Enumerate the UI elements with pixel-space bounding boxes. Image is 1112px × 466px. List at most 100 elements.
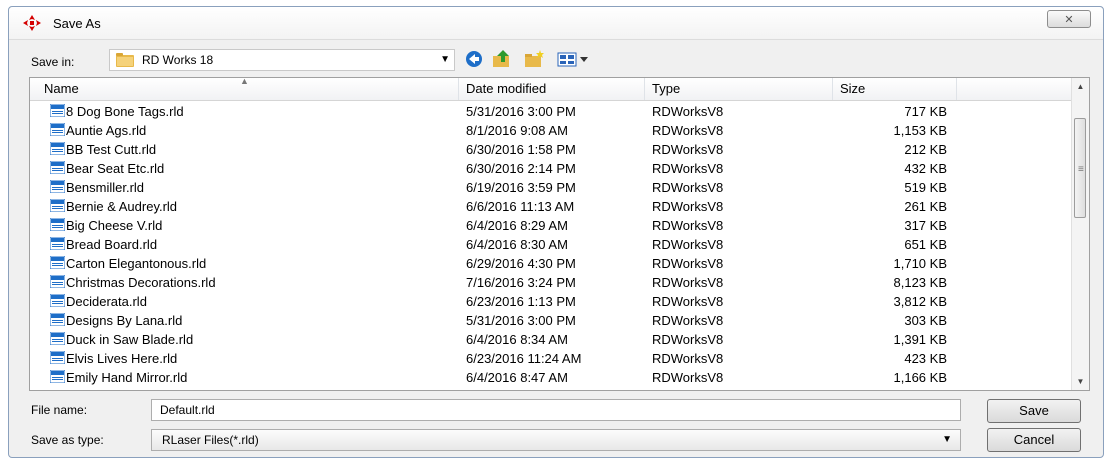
table-row[interactable]: Emily Hand Mirror.rld 6/4/2016 8:47 AM RDW… (30, 368, 1073, 386)
rld-file-icon (50, 218, 65, 231)
dialog-title: Save As (53, 16, 101, 31)
rld-file-icon (50, 294, 65, 307)
file-date: 8/1/2016 9:08 AM (466, 123, 568, 138)
file-date: 6/19/2016 3:59 PM (466, 180, 576, 195)
file-size: 651 KB (904, 237, 947, 252)
scroll-up-icon[interactable]: ▲ (1072, 78, 1089, 95)
file-size: 1,153 KB (893, 123, 948, 138)
file-type: RDWorksV8 (652, 123, 724, 138)
file-name-input[interactable] (151, 399, 961, 421)
rld-file-icon (50, 142, 65, 155)
table-row[interactable]: Designs By Lana.rld 5/31/2016 3:00 PM RDWo… (30, 311, 1073, 329)
file-date: 5/31/2016 3:00 PM (466, 104, 576, 119)
save-as-type-label: Save as type: (31, 433, 104, 447)
rld-file-icon (50, 199, 65, 212)
file-date: 7/16/2016 3:24 PM (466, 275, 576, 290)
file-size: 519 KB (904, 180, 947, 195)
table-row[interactable]: BB Test Cutt.rld 6/30/2016 1:58 PM RDWorks… (30, 140, 1073, 158)
table-row[interactable]: Duck in Saw Blade.rld 6/4/2016 8:34 AM RDW… (30, 330, 1073, 348)
file-name: Christmas Decorations.rld (66, 275, 216, 290)
rld-file-icon (50, 161, 65, 174)
rld-file-icon (50, 370, 65, 383)
scroll-down-icon[interactable]: ▼ (1072, 373, 1089, 390)
file-type: RDWorksV8 (652, 237, 724, 252)
file-size: 1,166 KB (893, 370, 948, 385)
rld-file-icon (50, 351, 65, 364)
table-row[interactable]: Bread Board.rld 6/4/2016 8:30 AM RDWorksV8… (30, 235, 1073, 253)
file-size: 303 KB (904, 313, 947, 328)
vertical-scrollbar[interactable]: ▲ ≡ ▼ (1071, 78, 1089, 390)
rld-file-icon (50, 256, 65, 269)
file-type: RDWorksV8 (652, 104, 724, 119)
table-row[interactable]: 8 Dog Bone Tags.rld 5/31/2016 3:00 PM RDWo… (30, 102, 1073, 120)
save-as-type-dropdown[interactable]: RLaser Files(*.rld) ▼ (151, 429, 961, 451)
file-type: RDWorksV8 (652, 218, 724, 233)
file-size: 717 KB (904, 104, 947, 119)
save-as-dialog: Save As ✕ Save in: RD Works 18 ▼ Name ▲ … (8, 6, 1104, 458)
rld-file-icon (50, 123, 65, 136)
table-row[interactable]: Christmas Decorations.rld 7/16/2016 3:24 … (30, 273, 1073, 291)
table-row[interactable]: Carton Elegantonous.rld 6/29/2016 4:30 PM… (30, 254, 1073, 272)
chevron-down-icon: ▼ (942, 434, 952, 445)
back-icon[interactable] (465, 50, 483, 68)
table-row[interactable]: Deciderata.rld 6/23/2016 1:13 PM RDWorksV8… (30, 292, 1073, 310)
file-type: RDWorksV8 (652, 180, 724, 195)
views-menu-icon[interactable] (557, 50, 589, 68)
column-header-date[interactable]: Date modified (466, 81, 546, 96)
table-row[interactable]: Bernie & Audrey.rld 6/6/2016 11:13 AM RDWo… (30, 197, 1073, 215)
file-size: 1,391 KB (893, 332, 948, 347)
file-date: 6/23/2016 1:13 PM (466, 294, 576, 309)
file-type: RDWorksV8 (652, 256, 724, 271)
file-name: Bensmiller.rld (66, 180, 145, 195)
up-folder-icon[interactable] (491, 50, 513, 68)
save-button[interactable]: Save (987, 399, 1081, 423)
file-list[interactable]: Name ▲ Date modified Type Size 8 Dog Bon… (29, 77, 1090, 391)
sort-ascending-icon: ▲ (240, 77, 249, 86)
rld-file-icon (50, 180, 65, 193)
table-row[interactable]: Bensmiller.rld 6/19/2016 3:59 PM RDWorksV8… (30, 178, 1073, 196)
file-name: Auntie Ags.rld (66, 123, 147, 138)
close-icon: ✕ (1064, 14, 1074, 26)
new-folder-icon[interactable] (523, 50, 545, 68)
file-type: RDWorksV8 (652, 199, 724, 214)
file-type: RDWorksV8 (652, 294, 724, 309)
folder-icon (116, 53, 134, 67)
title-bar: Save As ✕ (9, 7, 1103, 40)
list-header: Name ▲ Date modified Type Size (30, 78, 1073, 101)
table-row[interactable]: Auntie Ags.rld 8/1/2016 9:08 AM RDWorksV8 1… (30, 121, 1073, 139)
table-row[interactable]: Bear Seat Etc.rld 6/30/2016 2:14 PM RDWork… (30, 159, 1073, 177)
file-type: RDWorksV8 (652, 313, 724, 328)
table-row[interactable]: Big Cheese V.rld 6/4/2016 8:29 AM RDWorksV… (30, 216, 1073, 234)
column-header-type[interactable]: Type (652, 81, 680, 96)
cancel-button[interactable]: Cancel (987, 428, 1081, 452)
save-in-dropdown[interactable]: RD Works 18 ▼ (109, 49, 455, 71)
file-name: Bear Seat Etc.rld (66, 161, 165, 176)
file-date: 6/6/2016 11:13 AM (466, 199, 575, 214)
column-header-size[interactable]: Size (840, 81, 865, 96)
grip-icon: ≡ (1078, 164, 1084, 175)
save-as-type-value: RLaser Files(*.rld) (162, 433, 259, 447)
file-size: 8,123 KB (893, 275, 948, 290)
file-date: 6/30/2016 1:58 PM (466, 142, 576, 157)
red-arrows-icon (23, 15, 41, 31)
file-size: 432 KB (904, 161, 947, 176)
file-name: 8 Dog Bone Tags.rld (66, 104, 184, 119)
table-row[interactable]: Elvis Lives Here.rld 6/23/2016 11:24 AM RD… (30, 349, 1073, 367)
scroll-thumb[interactable]: ≡ (1074, 118, 1086, 218)
save-in-row: Save in: RD Works 18 ▼ (9, 45, 1103, 75)
file-date: 6/4/2016 8:47 AM (466, 370, 568, 385)
file-type: RDWorksV8 (652, 142, 724, 157)
file-date: 5/31/2016 3:00 PM (466, 313, 576, 328)
rld-file-icon (50, 237, 65, 250)
file-size: 317 KB (904, 218, 947, 233)
rld-file-icon (50, 313, 65, 326)
file-type: RDWorksV8 (652, 332, 724, 347)
column-header-name[interactable]: Name (44, 81, 79, 96)
file-type: RDWorksV8 (652, 275, 724, 290)
close-button[interactable]: ✕ (1047, 10, 1091, 28)
file-type: RDWorksV8 (652, 370, 724, 385)
file-name: Elvis Lives Here.rld (66, 351, 178, 366)
file-date: 6/4/2016 8:34 AM (466, 332, 568, 347)
file-name: Duck in Saw Blade.rld (66, 332, 194, 347)
file-date: 6/4/2016 8:29 AM (466, 218, 568, 233)
